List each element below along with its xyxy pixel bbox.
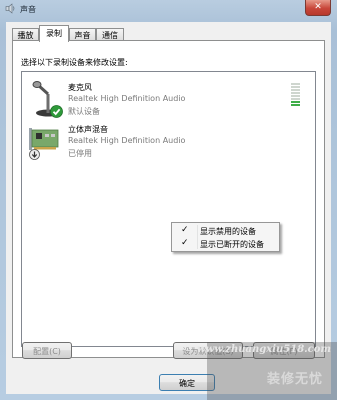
checkmark-icon: ✓	[181, 225, 189, 235]
level-segment	[291, 89, 300, 91]
level-segment	[291, 86, 300, 88]
menu-item-label: 显示禁用的设备	[200, 227, 256, 236]
level-segment	[291, 101, 300, 103]
tab-recording[interactable]: 录制	[39, 25, 69, 42]
level-segment	[291, 95, 300, 97]
device-name: 立体声混音	[68, 125, 108, 134]
level-segment	[291, 92, 300, 94]
instruction-text: 选择以下录制设备来修改设置:	[21, 58, 128, 67]
default-check-icon	[50, 105, 63, 118]
watermark-name: 装修无忧	[266, 372, 323, 387]
input-level-meter	[291, 83, 300, 107]
sound-dialog-window: 声音 ✕ 播放 录制 声音 通信 选择以下录制设备来修改设置: 麦克风 Real…	[0, 0, 337, 400]
device-item-stereo-mix[interactable]: 立体声混音 Realtek High Definition Audio 已停用	[26, 122, 306, 162]
device-item-microphone[interactable]: 麦克风 Realtek High Definition Audio 默认设备	[26, 80, 306, 120]
dialog-client-area: 播放 录制 声音 通信 选择以下录制设备来修改设置: 麦克风 Realtek H…	[6, 22, 331, 394]
menu-item-label: 显示已断开的设备	[200, 240, 264, 249]
recording-tab-panel: 选择以下录制设备来修改设置: 麦克风 Realtek High Definiti…	[12, 40, 325, 358]
device-name: 麦克风	[68, 83, 92, 92]
menu-item-show-disconnected-devices[interactable]: ✓ 显示已断开的设备	[174, 238, 277, 250]
device-driver: Realtek High Definition Audio	[68, 94, 186, 103]
checkmark-icon: ✓	[181, 238, 189, 248]
device-list-context-menu: ✓ 显示禁用的设备 ✓ 显示已断开的设备	[171, 222, 280, 252]
recording-device-list[interactable]: 麦克风 Realtek High Definition Audio 默认设备 立…	[21, 71, 316, 347]
level-segment	[291, 98, 300, 100]
configure-button[interactable]: 配置(C)	[22, 342, 72, 359]
speaker-app-icon	[5, 3, 16, 14]
watermark-url: www.zhuangxiu518.com	[197, 344, 331, 355]
level-segment	[291, 104, 300, 106]
disabled-down-arrow-icon	[29, 149, 40, 160]
menu-item-show-disabled-devices[interactable]: ✓ 显示禁用的设备	[174, 225, 277, 237]
device-status: 默认设备	[68, 107, 100, 116]
device-driver: Realtek High Definition Audio	[68, 136, 186, 145]
close-button[interactable]: ✕	[305, 0, 331, 16]
level-segment	[291, 83, 300, 85]
title-bar[interactable]: 声音 ✕	[0, 0, 337, 18]
window-title: 声音	[20, 5, 36, 14]
device-status: 已停用	[68, 149, 92, 158]
